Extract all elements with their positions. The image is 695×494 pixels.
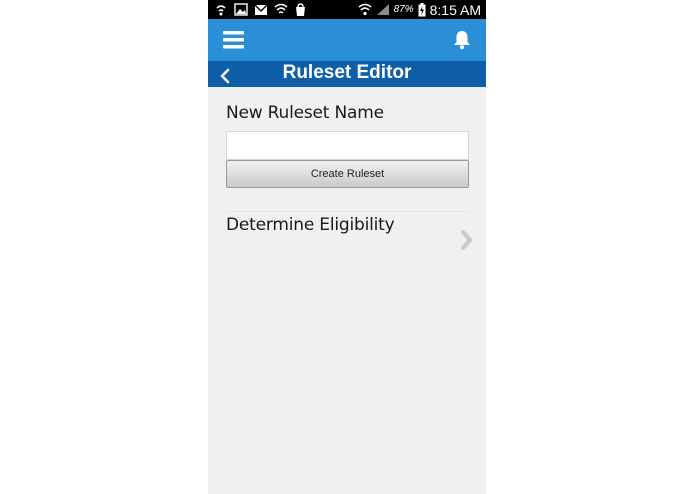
new-ruleset-name-label: New Ruleset Name xyxy=(226,103,384,123)
bell-icon xyxy=(454,31,470,50)
shopping-icon xyxy=(296,2,305,16)
signal-icon xyxy=(376,4,389,15)
app-bar xyxy=(208,19,486,61)
battery-percent: 87% xyxy=(393,4,414,15)
ruleset-label: Determine Eligibility xyxy=(226,215,395,235)
notification-icons xyxy=(214,2,307,17)
clock: 8:15 AM xyxy=(429,1,481,18)
phone-screen: 87% 8:15 AM Ruleset Editor New Ruleset N… xyxy=(208,0,486,494)
menu-icon xyxy=(223,31,244,49)
battery-charging-icon xyxy=(418,2,426,16)
image-icon xyxy=(234,3,248,16)
chevron-right-icon xyxy=(461,230,472,250)
menu-button[interactable] xyxy=(222,29,246,51)
page-title: Ruleset Editor xyxy=(282,62,412,83)
wifi-small-icon xyxy=(274,3,288,14)
create-ruleset-button[interactable]: Create Ruleset xyxy=(226,160,469,188)
notifications-button[interactable] xyxy=(452,29,472,51)
ruleset-name-input[interactable] xyxy=(226,131,469,160)
usb-icon xyxy=(216,4,226,15)
gmail-icon xyxy=(254,4,268,15)
status-bar: 87% 8:15 AM xyxy=(208,0,486,19)
system-icons: 87% 8:15 AM xyxy=(358,0,481,19)
title-bar: Ruleset Editor xyxy=(208,61,486,87)
wifi-icon xyxy=(358,3,372,16)
ruleset-list-item[interactable]: Determine Eligibility xyxy=(226,212,486,272)
